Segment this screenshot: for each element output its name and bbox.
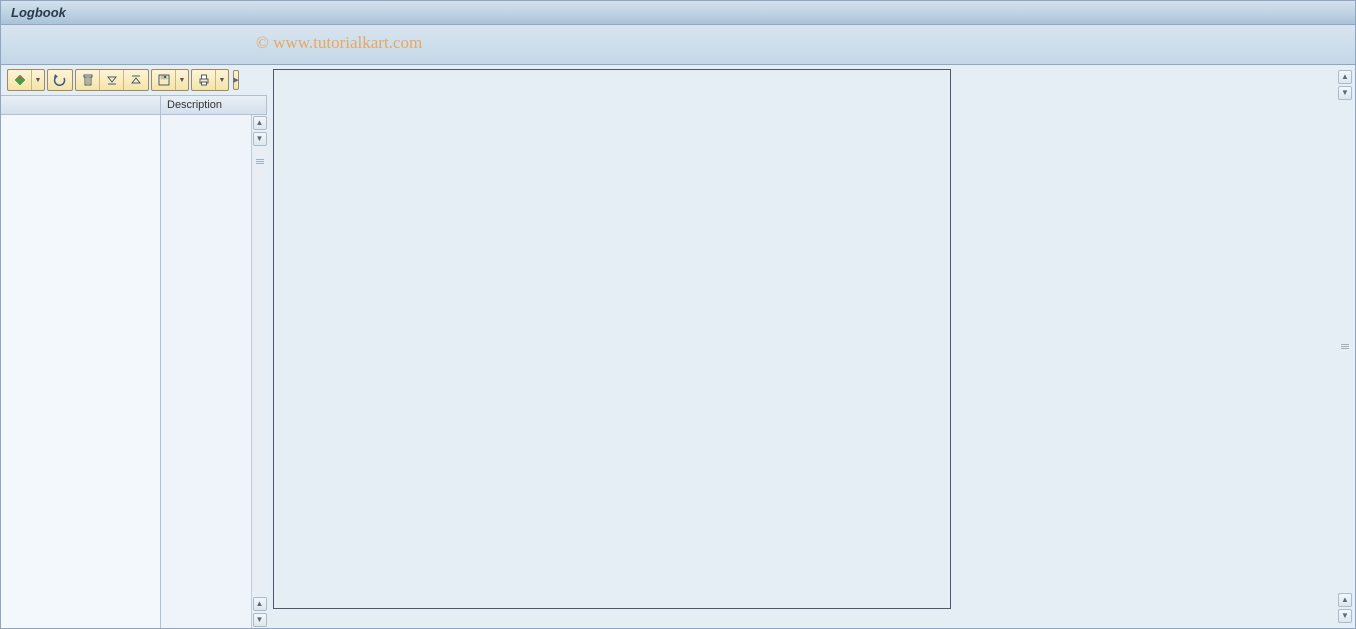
- chevron-down-icon: ▼: [1341, 612, 1349, 620]
- right-panel: ▲ ▼ ▲ ▼: [267, 65, 1355, 628]
- menu-bar: © www.tutorialkart.com: [1, 25, 1355, 65]
- display-change-dropdown[interactable]: ▼: [32, 70, 44, 90]
- print-dropdown[interactable]: ▼: [216, 70, 228, 90]
- title-bar: Logbook: [1, 1, 1355, 25]
- toolbar-group-3: [75, 69, 149, 91]
- left-panel-vscrollbar[interactable]: ▲ ▼ ▲: [251, 115, 267, 628]
- toolbar-group-4: ▼: [151, 69, 189, 91]
- chevron-down-icon: ▼: [256, 616, 264, 624]
- scrollbar-grip[interactable]: [256, 151, 264, 171]
- collapse-up-icon: [129, 73, 143, 87]
- content-area: [273, 69, 951, 609]
- table-column-2-body: [161, 115, 251, 628]
- toolbar-group-5: ▼: [191, 69, 229, 91]
- scroll-down-step-button[interactable]: ▼: [253, 132, 267, 146]
- chevron-up-icon: ▲: [256, 600, 264, 608]
- chevron-down-icon: ▼: [256, 135, 264, 143]
- expand-down-icon: [105, 73, 119, 87]
- refresh-icon: [53, 73, 67, 87]
- diamond-icon: [13, 73, 27, 87]
- collapse-button[interactable]: [124, 70, 148, 90]
- scroll-up-button[interactable]: ▲: [1338, 70, 1352, 84]
- scroll-down-step-button[interactable]: ▼: [1338, 86, 1352, 100]
- dropdown-arrow-icon: ▼: [179, 77, 186, 84]
- column-header-description[interactable]: Description: [161, 96, 267, 114]
- scrollbar-grip[interactable]: [1341, 337, 1349, 357]
- table-body: ▲ ▼ ▲: [1, 115, 267, 628]
- expand-button[interactable]: [100, 70, 124, 90]
- scroll-down-button[interactable]: ▼: [253, 613, 267, 627]
- chevron-up-icon: ▲: [1341, 596, 1349, 604]
- dropdown-arrow-icon: ▼: [35, 77, 42, 84]
- scroll-up-step-button[interactable]: ▲: [1338, 593, 1352, 607]
- window-title: Logbook: [11, 5, 66, 20]
- watermark: © www.tutorialkart.com: [256, 33, 422, 53]
- save-button[interactable]: [152, 70, 176, 90]
- chevron-down-icon: ▼: [1341, 89, 1349, 97]
- column-header-1[interactable]: [1, 96, 161, 114]
- toolbar: ▼: [1, 65, 267, 95]
- scroll-up-step-button[interactable]: ▲: [253, 597, 267, 611]
- table-column-1-body: [1, 115, 161, 628]
- trash-icon: [81, 73, 95, 87]
- scroll-up-button[interactable]: ▲: [253, 116, 267, 130]
- table-header: Description: [1, 95, 267, 115]
- print-icon: [197, 73, 211, 87]
- chevron-up-icon: ▲: [256, 119, 264, 127]
- toolbar-expand-handle[interactable]: ▶: [233, 70, 239, 90]
- app-window: Logbook © www.tutorialkart.com ▼: [0, 0, 1356, 629]
- chevron-right-icon: ▶: [233, 77, 238, 84]
- print-button[interactable]: [192, 70, 216, 90]
- toolbar-group-1: ▼: [7, 69, 45, 91]
- left-panel: ▼: [1, 65, 267, 628]
- save-icon: [157, 73, 171, 87]
- refresh-button[interactable]: [48, 70, 72, 90]
- main-content: ▼: [1, 65, 1355, 628]
- display-change-button[interactable]: [8, 70, 32, 90]
- save-dropdown[interactable]: ▼: [176, 70, 188, 90]
- scroll-down-button[interactable]: ▼: [1338, 609, 1352, 623]
- toolbar-group-2: [47, 69, 73, 91]
- dropdown-arrow-icon: ▼: [219, 77, 226, 84]
- delete-button[interactable]: [76, 70, 100, 90]
- chevron-up-icon: ▲: [1341, 73, 1349, 81]
- right-panel-vscrollbar[interactable]: ▲ ▼ ▲ ▼: [1337, 69, 1353, 624]
